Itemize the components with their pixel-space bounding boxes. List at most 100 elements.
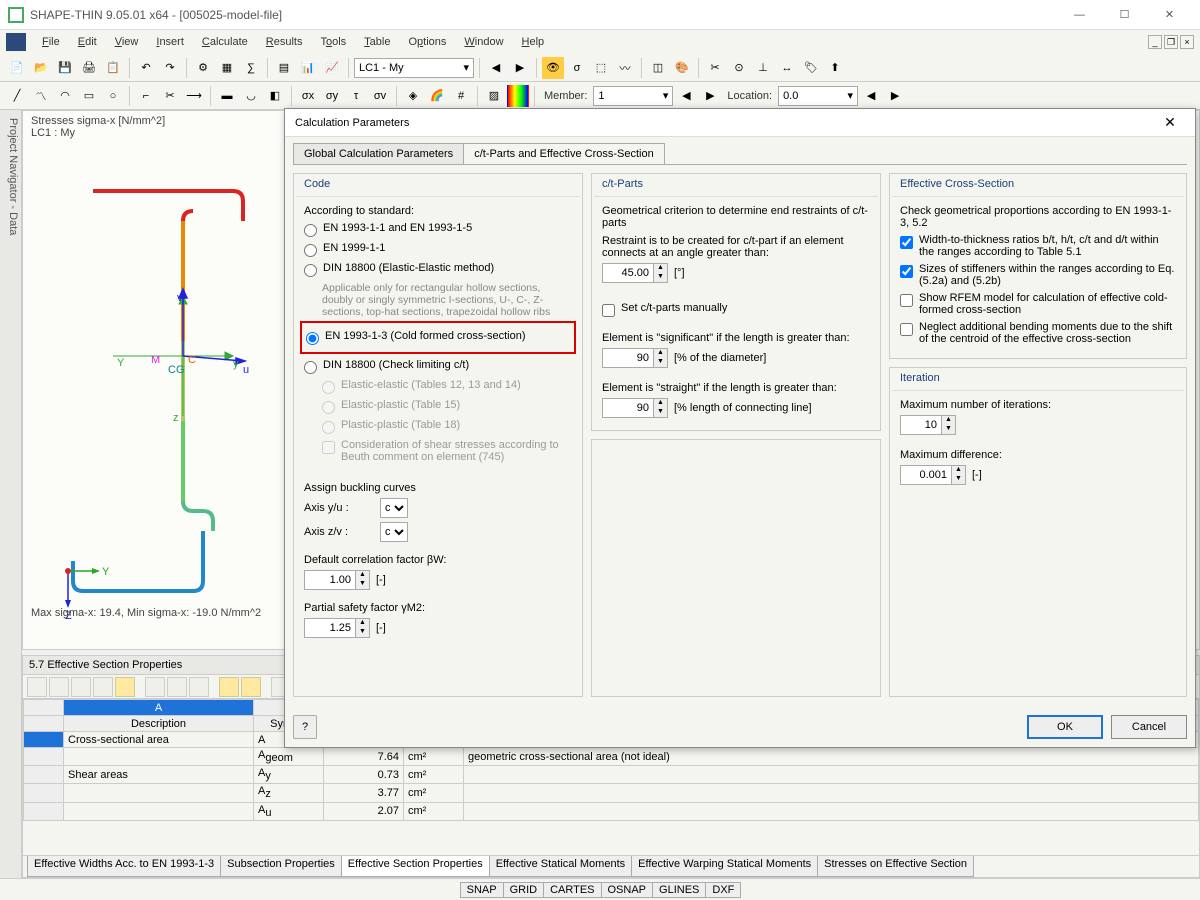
panel-btn-10[interactable]: [241, 677, 261, 697]
significant-spinner[interactable]: ▲▼: [602, 348, 668, 368]
report-icon[interactable]: 📊: [297, 57, 319, 79]
result-tab[interactable]: Stresses on Effective Section: [817, 856, 974, 877]
check-neglect[interactable]: [900, 323, 913, 336]
result-tab[interactable]: Subsection Properties: [220, 856, 342, 877]
member-next-icon[interactable]: ▶: [699, 85, 721, 107]
radio-din18800-check[interactable]: [304, 361, 317, 374]
section-icon[interactable]: ⬚: [590, 57, 612, 79]
table-row[interactable]: Az 3.77cm²: [24, 784, 1199, 802]
mdi-restore-icon[interactable]: ❐: [1164, 35, 1178, 49]
ok-button[interactable]: OK: [1027, 715, 1103, 739]
mdi-minimize-icon[interactable]: _: [1148, 35, 1162, 49]
status-segment[interactable]: SNAP: [460, 882, 504, 898]
deform-icon[interactable]: 〰: [614, 57, 636, 79]
values-icon[interactable]: #: [450, 85, 472, 107]
tab-global-params[interactable]: Global Calculation Parameters: [293, 143, 464, 164]
calc-icon[interactable]: ∑: [240, 57, 262, 79]
new-icon[interactable]: 📄: [6, 57, 28, 79]
cell-icon[interactable]: ◧: [264, 85, 286, 107]
status-segment[interactable]: GRID: [503, 882, 545, 898]
panel-btn-1[interactable]: [27, 677, 47, 697]
table-row[interactable]: Ageom 7.64cm²geometric cross-sectional a…: [24, 748, 1199, 766]
save-icon[interactable]: 💾: [54, 57, 76, 79]
check-rfem[interactable]: [900, 294, 913, 307]
sigma-y-icon[interactable]: σy: [321, 85, 343, 107]
max-iter-spinner[interactable]: ▲▼: [900, 415, 956, 435]
panel-btn-3[interactable]: [71, 677, 91, 697]
radio-en1993-1-1[interactable]: [304, 224, 317, 237]
gamma-spinner[interactable]: ▲▼: [304, 618, 370, 638]
dialog-close-icon[interactable]: ✕: [1155, 114, 1185, 131]
radio-en1993-1-3[interactable]: [306, 332, 319, 345]
node-icon[interactable]: ⊙: [728, 57, 750, 79]
redo-icon[interactable]: ↷: [159, 57, 181, 79]
prev-icon[interactable]: ◀: [485, 57, 507, 79]
sigma-v-icon[interactable]: σv: [369, 85, 391, 107]
tab-ct-parts[interactable]: c/t-Parts and Effective Cross-Section: [463, 143, 665, 164]
panel-btn-5[interactable]: [115, 677, 135, 697]
view-mode-icon[interactable]: 👁: [542, 57, 564, 79]
mdi-close-icon[interactable]: ×: [1180, 35, 1194, 49]
next-icon[interactable]: ▶: [509, 57, 531, 79]
panel-btn-2[interactable]: [49, 677, 69, 697]
panel-btn-8[interactable]: [189, 677, 209, 697]
menu-results[interactable]: Results: [258, 33, 311, 51]
check-manual-ct[interactable]: [602, 304, 615, 317]
arc-elem-icon[interactable]: ◡: [240, 85, 262, 107]
graph-icon[interactable]: 📈: [321, 57, 343, 79]
check-stiffeners[interactable]: [900, 265, 913, 278]
element-icon[interactable]: ▬: [216, 85, 238, 107]
menu-insert[interactable]: Insert: [148, 33, 192, 51]
circle-icon[interactable]: ○: [102, 85, 124, 107]
rect-icon[interactable]: ▭: [78, 85, 100, 107]
copy-icon[interactable]: 📋: [102, 57, 124, 79]
menu-window[interactable]: Window: [456, 33, 511, 51]
menu-table[interactable]: Table: [356, 33, 398, 51]
line-icon[interactable]: ╱: [6, 85, 28, 107]
loc-prev-icon[interactable]: ◀: [860, 85, 882, 107]
panel-btn-9[interactable]: [219, 677, 239, 697]
settings-icon[interactable]: ⚙: [192, 57, 214, 79]
loadcase-combo[interactable]: LC1 - My▾: [354, 58, 474, 78]
axes-icon[interactable]: ⊥: [752, 57, 774, 79]
rainbow-icon[interactable]: [507, 85, 529, 107]
color-scale-icon[interactable]: 🌈: [426, 85, 448, 107]
close-button[interactable]: ✕: [1147, 1, 1192, 29]
extend-icon[interactable]: ⟶: [183, 85, 205, 107]
check-ratios[interactable]: [900, 236, 913, 249]
render-icon[interactable]: ◫: [647, 57, 669, 79]
panel-btn-4[interactable]: [93, 677, 113, 697]
dim-icon[interactable]: ↔: [776, 57, 798, 79]
panel-btn-6[interactable]: [145, 677, 165, 697]
beta-spinner[interactable]: ▲▼: [304, 570, 370, 590]
open-icon[interactable]: 📂: [30, 57, 52, 79]
sigma-x-icon[interactable]: σx: [297, 85, 319, 107]
menu-tools[interactable]: Tools: [312, 33, 354, 51]
arc-icon[interactable]: ◠: [54, 85, 76, 107]
location-combo[interactable]: 0.0▾: [778, 86, 858, 106]
table-row[interactable]: Au 2.07cm²: [24, 802, 1199, 820]
help-button[interactable]: ?: [293, 715, 317, 739]
loc-next-icon[interactable]: ▶: [884, 85, 906, 107]
stress-icon[interactable]: σ: [566, 57, 588, 79]
result-tab[interactable]: Effective Warping Statical Moments: [631, 856, 818, 877]
menu-help[interactable]: Help: [514, 33, 553, 51]
status-segment[interactable]: DXF: [705, 882, 741, 898]
polyline-icon[interactable]: 〽: [30, 85, 52, 107]
print-icon[interactable]: 🖨: [78, 57, 100, 79]
menu-options[interactable]: Options: [400, 33, 454, 51]
grid-icon[interactable]: ▦: [216, 57, 238, 79]
member-combo[interactable]: 1▾: [593, 86, 673, 106]
export-icon[interactable]: ⬆: [824, 57, 846, 79]
menu-calculate[interactable]: Calculate: [194, 33, 256, 51]
undo-icon[interactable]: ↶: [135, 57, 157, 79]
straight-spinner[interactable]: ▲▼: [602, 398, 668, 418]
result-tab[interactable]: Effective Statical Moments: [489, 856, 632, 877]
project-navigator-tab[interactable]: Project Navigator - Data: [0, 110, 22, 878]
result-tab[interactable]: Effective Section Properties: [341, 856, 490, 877]
trim-icon[interactable]: ✂: [159, 85, 181, 107]
menu-view[interactable]: View: [107, 33, 147, 51]
status-segment[interactable]: GLINES: [652, 882, 706, 898]
status-segment[interactable]: CARTES: [543, 882, 601, 898]
angle-spinner[interactable]: ▲▼: [602, 263, 668, 283]
